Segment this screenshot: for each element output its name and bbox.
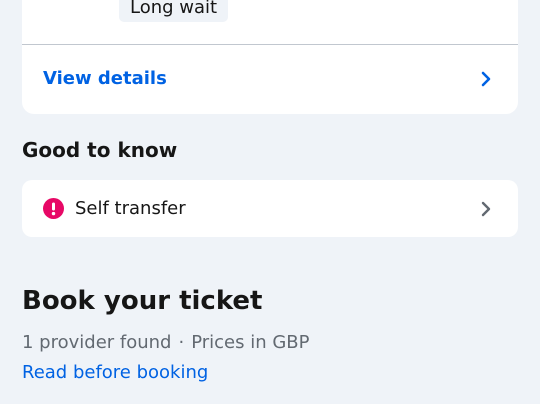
self-transfer-item[interactable]: Self transfer: [22, 180, 518, 237]
chevron-right-icon[interactable]: [477, 200, 495, 218]
book-ticket-title: Book your ticket: [22, 286, 263, 316]
alert-icon: [43, 198, 64, 219]
itinerary-card: Long wait View details: [22, 0, 518, 114]
read-before-booking-link[interactable]: Read before booking: [22, 362, 208, 383]
view-details-link[interactable]: View details: [43, 68, 167, 89]
good-to-know-title: Good to know: [22, 138, 178, 162]
currency-info: Prices in GBP: [191, 332, 310, 353]
long-wait-badge: Long wait: [119, 0, 229, 22]
providers-count: 1 provider found: [22, 332, 172, 353]
meta-separator: ·: [178, 332, 185, 353]
self-transfer-label: Self transfer: [75, 198, 186, 219]
booking-meta: 1 provider found · Prices in GBP: [22, 332, 310, 353]
view-details-row[interactable]: View details: [22, 45, 518, 114]
chevron-right-icon[interactable]: [477, 70, 495, 88]
